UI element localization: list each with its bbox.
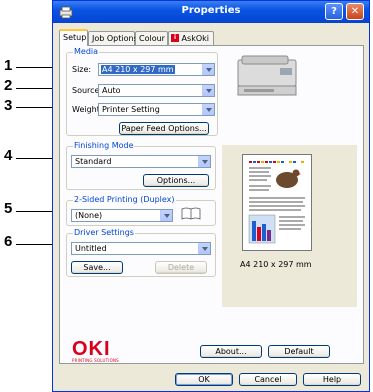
duplex-value: (None)	[75, 211, 103, 220]
callout-2: 2	[4, 77, 13, 94]
preview-page-content	[248, 161, 305, 244]
title-bar[interactable]: Properties ? ✕	[53, 1, 369, 23]
help-titlebar-button[interactable]: ?	[325, 3, 343, 20]
callout-1: 1	[4, 57, 13, 74]
paper-feed-options-button[interactable]: Paper Feed Options...	[119, 122, 209, 135]
save-settings-button[interactable]: Save...	[71, 261, 123, 274]
setup-tab-page: Media Size: A4 210 x 297 mm Source: Auto…	[59, 45, 364, 364]
tab-setup[interactable]: Setup	[59, 29, 88, 46]
ok-button[interactable]: OK	[175, 373, 233, 386]
media-group-label: Media	[73, 47, 100, 56]
tab-colour[interactable]: Colour	[135, 31, 168, 45]
callout-6: 6	[4, 233, 13, 250]
cancel-button[interactable]: Cancel	[239, 373, 297, 386]
tab-askoki-label: AskOki	[181, 34, 209, 43]
preview-caption: A4 210 x 297 mm	[240, 260, 312, 269]
media-group: Media Size: A4 210 x 297 mm Source: Auto…	[66, 47, 218, 136]
callout-4: 4	[4, 147, 13, 164]
duplex-label: 2-Sided Printing (Duplex)	[73, 195, 176, 204]
chevron-down-icon[interactable]	[202, 85, 214, 96]
delete-settings-button: Delete	[155, 261, 207, 274]
close-window-button[interactable]: ✕	[346, 3, 364, 20]
source-value: Auto	[102, 86, 121, 95]
chevron-down-icon[interactable]	[202, 64, 214, 75]
default-button[interactable]: Default	[268, 345, 330, 358]
chevron-down-icon[interactable]	[202, 104, 214, 115]
tab-job-options[interactable]: Job Options	[88, 31, 138, 45]
driver-settings-dropdown[interactable]: Untitled	[71, 242, 211, 255]
tab-askoki[interactable]: i AskOki	[168, 31, 214, 45]
finishing-mode-value: Standard	[75, 157, 112, 166]
window-title: Properties	[181, 5, 241, 16]
chevron-down-icon[interactable]	[160, 210, 172, 221]
finishing-options-button[interactable]: Options...	[143, 174, 209, 187]
book-icon	[181, 207, 201, 220]
duplex-group: 2-Sided Printing (Duplex) (None)	[66, 195, 216, 226]
askoki-info-icon: i	[171, 34, 179, 42]
page-preview	[242, 154, 312, 251]
driver-settings-label: Driver Settings	[73, 228, 135, 237]
chevron-down-icon[interactable]	[198, 243, 210, 254]
size-label: Size:	[72, 65, 92, 74]
chevron-down-icon[interactable]	[198, 156, 210, 167]
callout-5: 5	[4, 200, 13, 217]
finishing-mode-label: Finishing Mode	[73, 141, 135, 150]
size-dropdown[interactable]: A4 210 x 297 mm	[98, 63, 215, 76]
size-value: A4 210 x 297 mm	[101, 65, 175, 74]
oki-logo: OKI PRINTING SOLUTIONS	[72, 338, 119, 363]
driver-settings-group: Driver Settings Untitled Save... Delete	[66, 228, 216, 277]
source-dropdown[interactable]: Auto	[98, 84, 215, 97]
help-button[interactable]: Help	[303, 373, 361, 386]
finishing-mode-dropdown[interactable]: Standard	[71, 155, 211, 168]
about-button[interactable]: About...	[200, 345, 262, 358]
finishing-mode-group: Finishing Mode Standard Options...	[66, 141, 216, 190]
weight-value: Printer Setting	[102, 105, 160, 114]
oki-logo-text: OKI	[72, 338, 111, 360]
oki-logo-subtext: PRINTING SOLUTIONS	[72, 358, 119, 363]
duplex-dropdown[interactable]: (None)	[71, 209, 173, 222]
printer-image	[237, 55, 297, 96]
properties-dialog: Properties ? ✕ Setup Job Options Colour …	[52, 0, 370, 392]
callout-3: 3	[4, 97, 13, 114]
weight-dropdown[interactable]: Printer Setting	[98, 103, 215, 116]
driver-settings-value: Untitled	[75, 244, 107, 253]
